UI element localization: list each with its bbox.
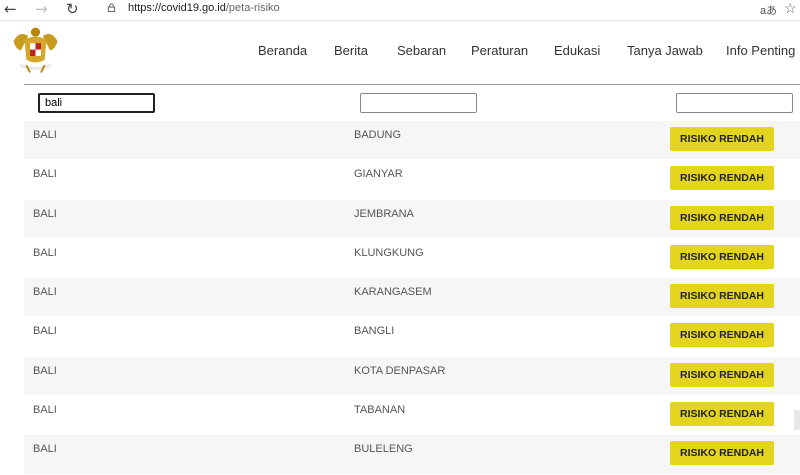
translate-icon[interactable]: aあ (760, 2, 777, 18)
risk-badge[interactable]: RISIKO RENDAH (670, 205, 774, 230)
provinsi-filter-input[interactable] (38, 93, 155, 113)
table-row: BALI BULELENG RISIKO RENDAH (24, 435, 800, 475)
table-row: BALI KOTA DENPASAR RISIKO RENDAH (24, 356, 800, 397)
browser-toolbar: ← → ↻ https://covid19.go.id/peta-risiko … (0, 0, 800, 21)
nav-tanya-jawab[interactable]: Tanya Jawab (627, 43, 703, 58)
provinsi-cell: BALI (33, 207, 57, 220)
nav-sebaran[interactable]: Sebaran (397, 43, 446, 58)
nav-edukasi[interactable]: Edukasi (554, 43, 600, 58)
status-filter-input[interactable] (676, 93, 793, 113)
risk-badge[interactable]: RISIKO RENDAH (670, 127, 774, 151)
kabupaten-cell: BANGLI (354, 325, 395, 338)
risk-badge[interactable]: RISIKO RENDAH (670, 284, 774, 309)
kabupaten-filter-input[interactable] (360, 93, 477, 113)
provinsi-cell: BALI (33, 246, 57, 259)
reload-icon[interactable]: ↻ (66, 0, 79, 20)
kabupaten-cell: BULELENG (354, 443, 413, 456)
forward-icon[interactable]: → (35, 0, 48, 20)
nav-peraturan[interactable]: Peraturan (471, 43, 528, 58)
risk-badge[interactable]: RISIKO RENDAH (670, 244, 774, 269)
nav-berita[interactable]: Berita (334, 43, 368, 58)
provinsi-cell: BALI (33, 168, 57, 181)
provinsi-cell: BALI (33, 129, 57, 141)
table-row: BALI BANGLI RISIKO RENDAH (24, 317, 800, 357)
risk-table: BALI BADUNG RISIKO RENDAH BALI GIANYAR R… (24, 121, 800, 475)
provinsi-cell: BALI (33, 325, 57, 338)
risk-badge[interactable]: RISIKO RENDAH (670, 323, 774, 348)
kabupaten-cell: KLUNGKUNG (354, 246, 424, 259)
nav-beranda[interactable]: Beranda (258, 43, 307, 58)
table-row: BALI KLUNGKUNG RISIKO RENDAH (24, 238, 800, 279)
risk-badge[interactable]: RISIKO RENDAH (670, 362, 774, 387)
kabupaten-cell: JEMBRANA (354, 207, 414, 220)
kabupaten-cell: GIANYAR (354, 168, 403, 181)
kabupaten-cell: BADUNG (354, 129, 402, 141)
back-icon[interactable]: ← (4, 0, 17, 20)
table-row: BALI BADUNG RISIKO RENDAH (24, 121, 800, 161)
table-row: BALI GIANYAR RISIKO RENDAH (24, 160, 800, 200)
risk-badge[interactable]: RISIKO RENDAH (670, 441, 774, 466)
kabupaten-cell: KOTA DENPASAR (354, 364, 446, 377)
star-icon[interactable]: ☆ (784, 0, 797, 17)
provinsi-cell: BALI (33, 404, 57, 417)
table-row: BALI JEMBRANA RISIKO RENDAH (24, 199, 800, 239)
kabupaten-cell: KARANGASEM (354, 286, 432, 299)
risk-badge[interactable]: RISIKO RENDAH (670, 402, 774, 427)
site-header: Beranda Berita Sebaran Peraturan Edukasi… (0, 21, 800, 83)
lock-icon[interactable] (107, 3, 116, 12)
scrollbar-thumb[interactable] (794, 410, 800, 430)
provinsi-cell: BALI (33, 364, 57, 377)
table-row: BALI TABANAN RISIKO RENDAH (24, 396, 800, 436)
provinsi-cell: BALI (33, 286, 57, 299)
garuda-logo[interactable] (8, 23, 63, 78)
nav-info-penting[interactable]: Info Penting (726, 43, 795, 58)
filter-row (24, 84, 800, 122)
risk-badge[interactable]: RISIKO RENDAH (670, 166, 774, 191)
provinsi-cell: BALI (33, 443, 57, 456)
table-row: BALI KARANGASEM RISIKO RENDAH (24, 278, 800, 318)
kabupaten-cell: TABANAN (354, 404, 406, 417)
address-bar[interactable]: https://covid19.go.id/peta-risiko (128, 2, 280, 14)
